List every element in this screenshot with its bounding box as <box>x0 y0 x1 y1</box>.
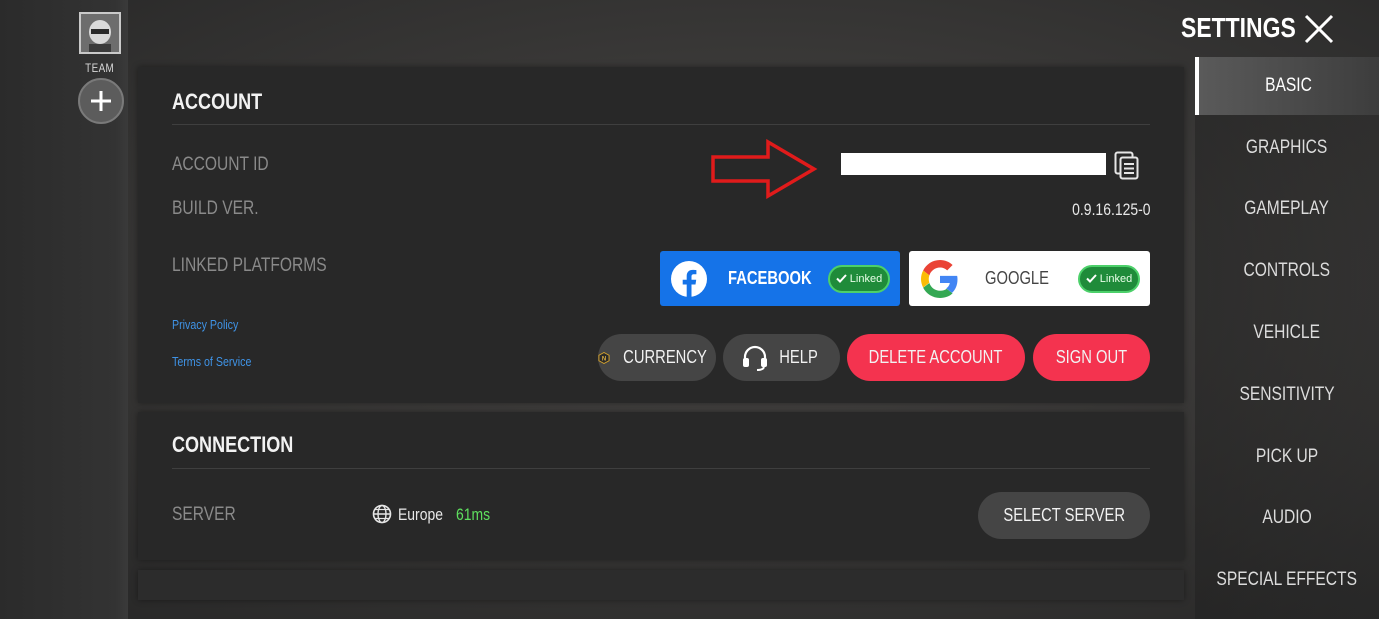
facebook-platform-button[interactable]: FACEBOOK Linked <box>660 251 900 306</box>
google-label: GOOGLE <box>985 268 1049 288</box>
facebook-linked-badge: Linked <box>828 264 890 293</box>
select-server-button[interactable]: SELECT SERVER <box>978 492 1150 539</box>
next-panel-edge <box>138 570 1184 600</box>
settings-title: SETTINGS <box>1181 12 1296 43</box>
add-team-member-button[interactable] <box>78 78 124 124</box>
plus-icon <box>91 91 111 111</box>
build-version-label: BUILD VER. <box>172 198 259 219</box>
nav-item-vehicle[interactable]: VEHICLE <box>1195 304 1379 362</box>
account-id-redacted <box>841 153 1106 175</box>
google-platform-button[interactable]: GOOGLE Linked <box>909 251 1150 306</box>
connection-panel: CONNECTION SERVER Europe 61ms SELECT SER… <box>138 412 1184 560</box>
server-ping: 61ms <box>456 505 491 524</box>
nav-item-sensitivity[interactable]: SENSITIVITY <box>1195 366 1379 424</box>
headset-icon <box>742 345 767 371</box>
nav-item-special-effects[interactable]: SPECIAL EFFECTS <box>1195 551 1379 609</box>
sign-out-button[interactable]: SIGN OUT <box>1033 334 1150 381</box>
currency-button[interactable]: N CURRENCY <box>598 334 716 381</box>
check-icon <box>836 274 847 283</box>
team-label: TEAM <box>85 61 115 75</box>
nav-item-gameplay[interactable]: GAMEPLAY <box>1195 180 1379 238</box>
connection-divider <box>172 468 1150 469</box>
close-icon[interactable] <box>1302 12 1336 46</box>
red-arrow-annotation <box>711 139 818 199</box>
nav-item-graphics[interactable]: GRAPHICS <box>1195 119 1379 177</box>
copy-icon[interactable] <box>1114 151 1140 181</box>
facebook-label: FACEBOOK <box>728 268 812 288</box>
account-panel: ACCOUNT ACCOUNT ID BUILD VER. 0.9.16.125… <box>138 67 1184 403</box>
account-divider <box>172 124 1150 125</box>
privacy-policy-link[interactable]: Privacy Policy <box>172 317 253 332</box>
nav-item-pick-up[interactable]: PICK UP <box>1195 428 1379 486</box>
check-icon <box>1086 274 1097 283</box>
facebook-icon <box>671 261 707 297</box>
nav-item-controls[interactable]: CONTROLS <box>1195 242 1379 300</box>
help-button[interactable]: HELP <box>723 334 840 381</box>
google-icon <box>921 260 958 298</box>
delete-account-button[interactable]: DELETE ACCOUNT <box>847 334 1025 381</box>
account-id-label: ACCOUNT ID <box>172 154 269 175</box>
team-avatar[interactable] <box>79 12 121 54</box>
settings-nav: BASIC GRAPHICS GAMEPLAY CONTROLS VEHICLE… <box>1195 57 1379 619</box>
helmet-icon <box>81 14 119 52</box>
svg-text:N: N <box>602 356 606 362</box>
terms-of-service-link[interactable]: Terms of Service <box>172 354 269 369</box>
connection-section-title: CONNECTION <box>172 432 294 457</box>
currency-coin-icon: N <box>598 351 610 364</box>
account-section-title: ACCOUNT <box>172 89 263 114</box>
nav-item-basic[interactable]: BASIC <box>1195 57 1379 115</box>
google-linked-badge: Linked <box>1078 264 1140 293</box>
build-version-value: 0.9.16.125-0 <box>1071 200 1150 219</box>
globe-icon <box>372 504 392 524</box>
linked-platforms-label: LINKED PLATFORMS <box>172 255 327 276</box>
server-label: SERVER <box>172 504 236 525</box>
server-region: Europe <box>398 505 443 524</box>
nav-item-audio[interactable]: AUDIO <box>1195 489 1379 547</box>
